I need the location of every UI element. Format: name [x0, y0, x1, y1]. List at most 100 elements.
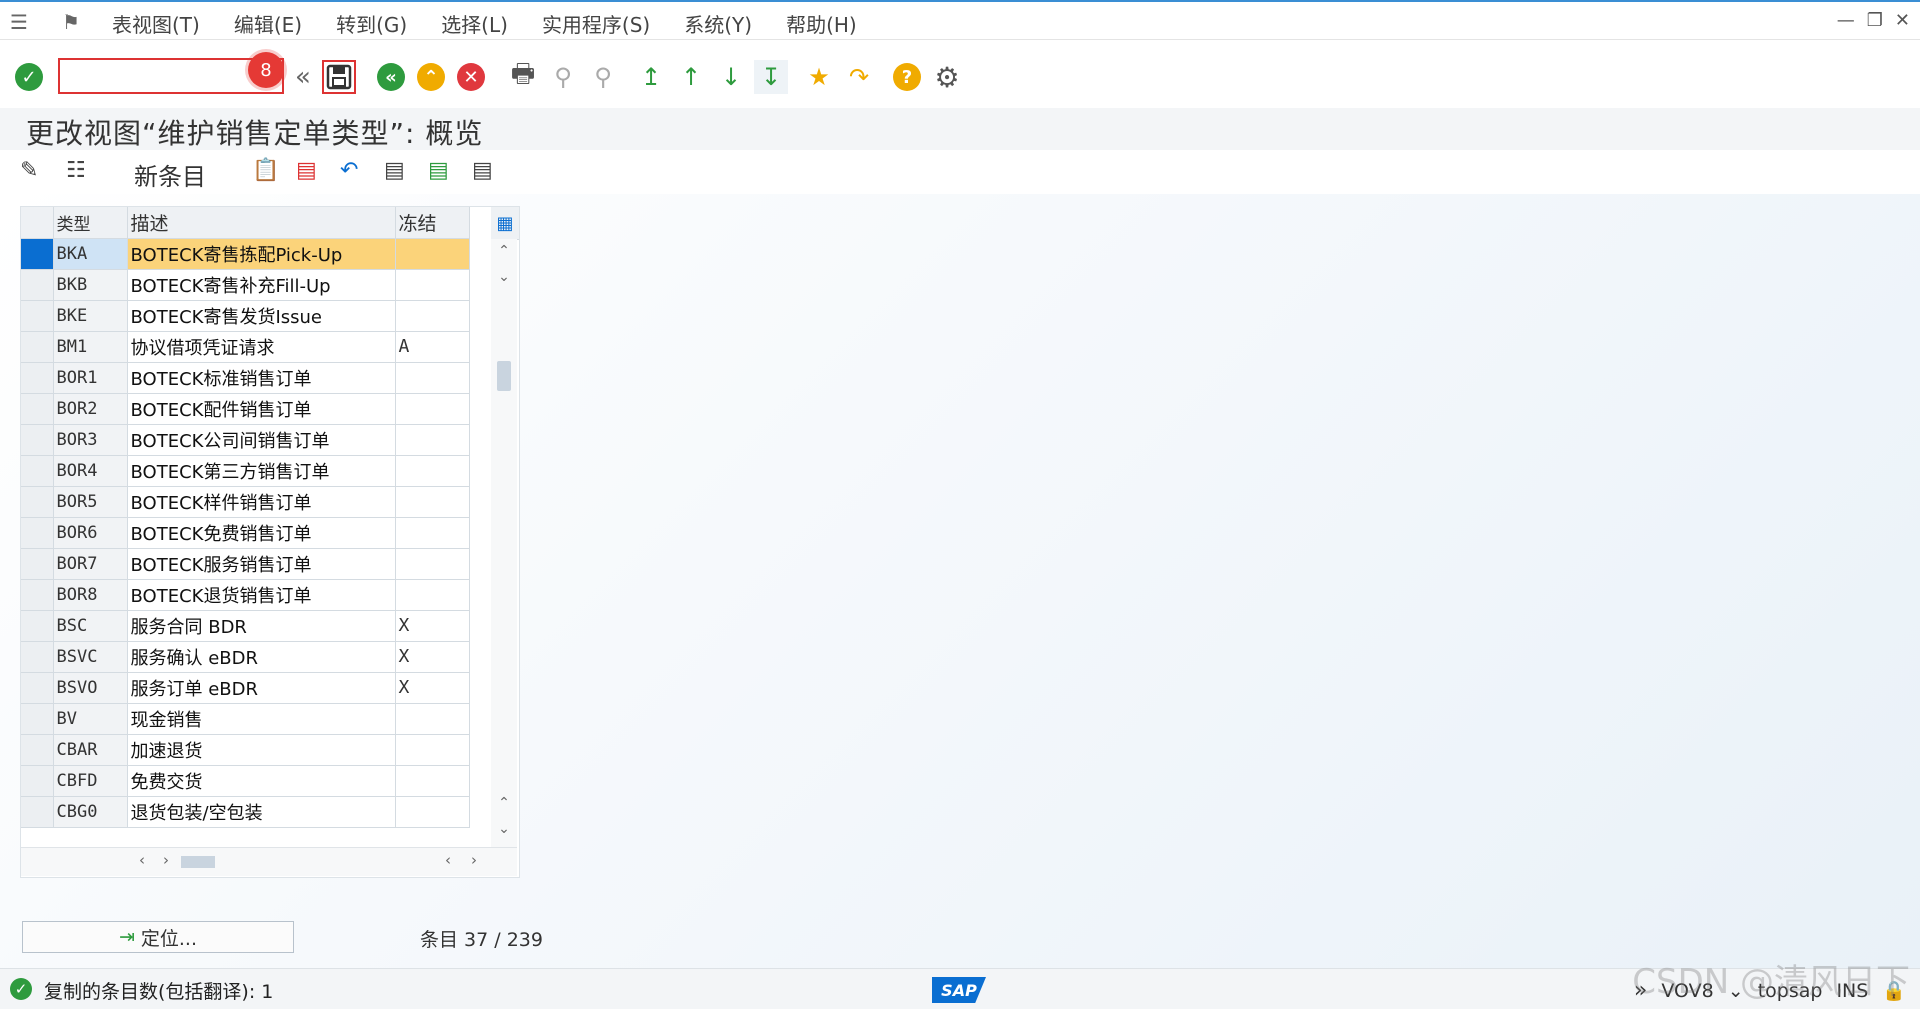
table-row[interactable]: BOR1 BOTECK标准销售订单 — [21, 362, 470, 394]
row-selector[interactable] — [21, 672, 54, 704]
table-cell-description[interactable]: 退货包装/空包装 — [127, 796, 396, 828]
table-cell-type[interactable]: BKB — [53, 269, 128, 301]
scroll-right-2-icon[interactable]: › — [471, 851, 477, 869]
table-row[interactable]: BSC 服务合同 BDR X — [21, 610, 470, 642]
menu-item-edit[interactable]: 编辑(E) — [234, 9, 302, 38]
table-cell-description[interactable]: BOTECK第三方销售订单 — [127, 455, 396, 487]
row-selector[interactable] — [21, 362, 54, 394]
command-input[interactable] — [66, 62, 250, 92]
row-selector[interactable] — [21, 548, 54, 580]
row-selector[interactable] — [21, 796, 54, 828]
table-cell-type[interactable]: BSC — [53, 610, 128, 642]
table-cell-description[interactable]: BOTECK寄售发货Issue — [127, 300, 396, 332]
row-selector[interactable] — [21, 269, 54, 301]
display-change-icon[interactable]: ✎ — [20, 158, 38, 183]
table-cell-frozen[interactable] — [395, 424, 470, 456]
status-message[interactable]: 复制的条目数(包括翻译): 1 — [44, 977, 273, 1004]
expand-command-icon[interactable]: « — [286, 60, 320, 94]
table-row[interactable]: BM1 协议借项凭证请求 A — [21, 331, 470, 363]
table-cell-type[interactable]: BKE — [53, 300, 128, 332]
table-row[interactable]: BOR2 BOTECK配件销售订单 — [21, 393, 470, 425]
scroll-up-icon[interactable]: ⌃ — [495, 243, 513, 259]
table-row[interactable]: BKE BOTECK寄售发货Issue — [21, 300, 470, 332]
table-cell-frozen[interactable] — [395, 238, 470, 270]
table-row[interactable]: BOR8 BOTECK退货销售订单 — [21, 579, 470, 611]
table-cell-description[interactable]: 协议借项凭证请求 — [127, 331, 396, 363]
row-selector[interactable] — [21, 486, 54, 518]
scroll-right-icon[interactable]: › — [163, 851, 169, 869]
scroll-down-icon[interactable]: ⌄ — [495, 269, 513, 285]
table-cell-description[interactable]: BOTECK寄售拣配Pick-Up — [127, 238, 396, 270]
back-button[interactable]: « — [374, 60, 408, 94]
table-cell-description[interactable]: 现金销售 — [127, 703, 396, 735]
help-button[interactable]: ? — [890, 60, 924, 94]
table-cell-frozen[interactable] — [395, 734, 470, 766]
cancel-button[interactable]: ✕ — [454, 60, 488, 94]
copy-as-icon[interactable]: 📋 — [252, 158, 279, 183]
table-row[interactable]: BOR4 BOTECK第三方销售订单 — [21, 455, 470, 487]
column-header-frozen[interactable]: 冻结 — [395, 207, 470, 239]
next-page-icon[interactable]: ↓ — [714, 60, 748, 94]
new-session-icon[interactable]: ★ — [802, 60, 836, 94]
row-selector[interactable] — [21, 734, 54, 766]
row-selector[interactable] — [21, 641, 54, 673]
table-row[interactable]: BOR5 BOTECK样件销售订单 — [21, 486, 470, 518]
shortcut-icon[interactable]: ↷ — [842, 60, 876, 94]
row-selector[interactable] — [21, 455, 54, 487]
row-selector[interactable] — [21, 424, 54, 456]
table-cell-type[interactable]: BOR6 — [53, 517, 128, 549]
settings-gear-icon[interactable]: ⚙ — [930, 60, 964, 94]
table-cell-type[interactable]: BOR3 — [53, 424, 128, 456]
menu-item-help[interactable]: 帮助(H) — [786, 9, 857, 38]
column-header-description[interactable]: 描述 — [127, 207, 396, 239]
horizontal-scroll-thumb[interactable] — [181, 856, 215, 868]
table-cell-description[interactable]: BOTECK样件销售订单 — [127, 486, 396, 518]
table-cell-frozen[interactable]: A — [395, 331, 470, 363]
menu-item-table-view[interactable]: 表视图(T) — [112, 9, 200, 38]
table-cell-description[interactable]: 服务合同 BDR — [127, 610, 396, 642]
table-cell-description[interactable]: 加速退货 — [127, 734, 396, 766]
print-icon[interactable]: 🖶 — [506, 59, 540, 94]
row-selector[interactable] — [21, 765, 54, 797]
display-change-other-icon[interactable]: ☷ — [66, 158, 86, 183]
table-cell-description[interactable]: BOTECK配件销售订单 — [127, 393, 396, 425]
column-header-type[interactable]: 类型 — [53, 207, 128, 239]
table-cell-type[interactable]: CBG0 — [53, 796, 128, 828]
table-cell-frozen[interactable] — [395, 393, 470, 425]
row-selector[interactable] — [21, 238, 54, 270]
table-cell-description[interactable]: BOTECK寄售补充Fill-Up — [127, 269, 396, 301]
close-window-icon[interactable]: ✕ — [1895, 10, 1910, 31]
menu-item-selection[interactable]: 选择(L) — [441, 9, 508, 38]
row-selector[interactable] — [21, 579, 54, 611]
table-row[interactable]: BSVC 服务确认 eBDR X — [21, 641, 470, 673]
row-selector[interactable] — [21, 517, 54, 549]
find-icon[interactable]: ⚲ — [546, 60, 580, 94]
enter-button[interactable]: ✓ — [12, 60, 46, 94]
table-cell-description[interactable]: 服务订单 eBDR — [127, 672, 396, 704]
previous-page-icon[interactable]: ↑ — [674, 60, 708, 94]
menu-item-goto[interactable]: 转到(G) — [336, 9, 407, 38]
table-row[interactable]: BV 现金销售 — [21, 703, 470, 735]
horizontal-scrollbar[interactable]: ‹ › ‹ › — [21, 847, 517, 876]
deselect-all-icon[interactable]: ▤ — [472, 158, 493, 183]
table-cell-type[interactable]: BOR2 — [53, 393, 128, 425]
table-cell-frozen[interactable] — [395, 269, 470, 301]
table-cell-frozen[interactable] — [395, 796, 470, 828]
first-page-icon[interactable]: ↥ — [634, 60, 668, 94]
save-button[interactable] — [322, 60, 356, 94]
table-cell-description[interactable]: BOTECK公司间销售订单 — [127, 424, 396, 456]
position-button[interactable]: ⇥ 定位... — [22, 921, 294, 953]
scroll-left-icon[interactable]: ‹ — [139, 851, 145, 869]
menu-icon[interactable]: ☰ — [10, 10, 28, 34]
row-selector[interactable] — [21, 393, 54, 425]
scroll-thumb[interactable] — [497, 361, 511, 391]
page-up-icon[interactable]: ⌃ — [495, 795, 513, 811]
delete-icon[interactable]: ▤ — [296, 158, 317, 183]
table-cell-frozen[interactable]: X — [395, 610, 470, 642]
table-row[interactable]: CBFD 免费交货 — [21, 765, 470, 797]
table-cell-description[interactable]: BOTECK免费销售订单 — [127, 517, 396, 549]
table-cell-frozen[interactable] — [395, 548, 470, 580]
row-selector[interactable] — [21, 300, 54, 332]
table-cell-type[interactable]: BOR4 — [53, 455, 128, 487]
table-cell-description[interactable]: BOTECK退货销售订单 — [127, 579, 396, 611]
